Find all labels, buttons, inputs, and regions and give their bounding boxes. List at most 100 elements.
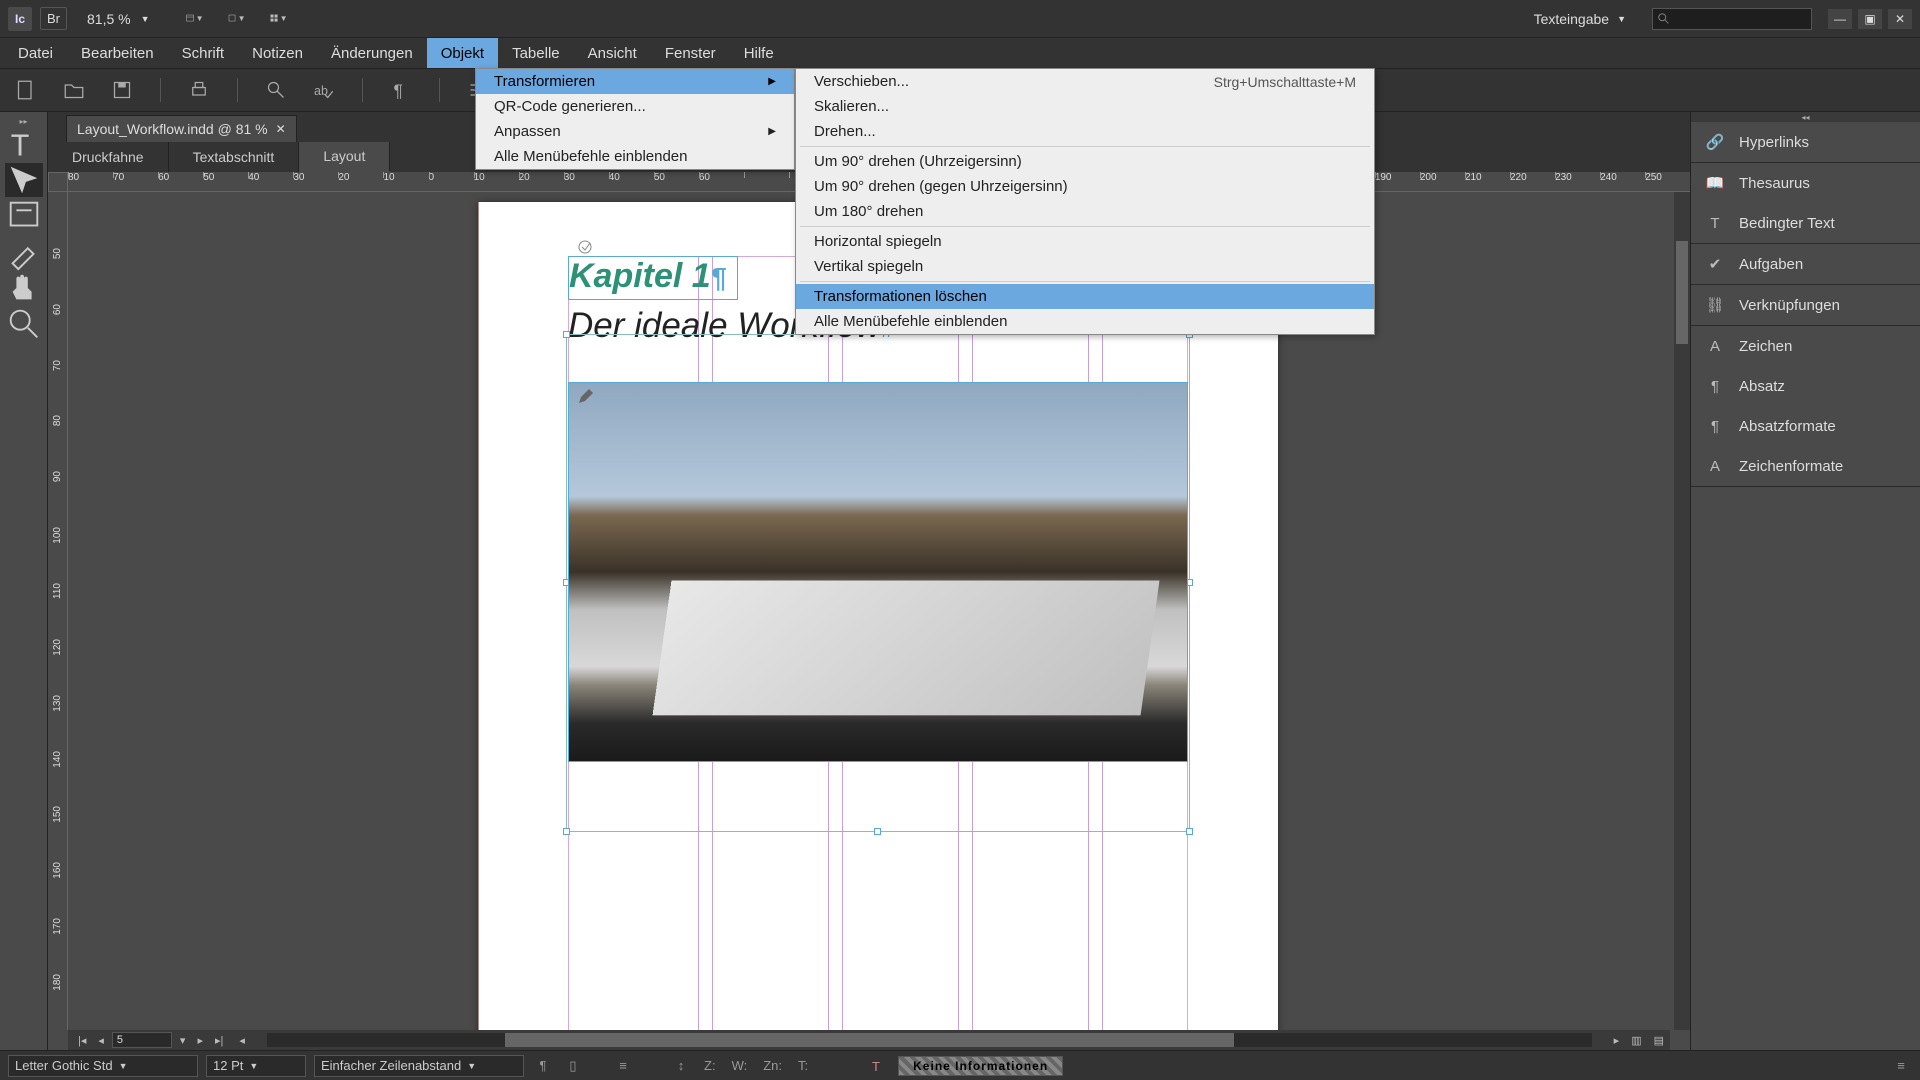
zoom-value: 81,5 %: [87, 11, 131, 27]
zoom-selector[interactable]: 81,5 % ▼: [79, 8, 158, 30]
view-tab-druckfahne[interactable]: Druckfahne: [48, 142, 169, 172]
font-size-selector[interactable]: 12 Pt▼: [206, 1055, 306, 1077]
svg-text:¶: ¶: [394, 80, 403, 100]
new-icon[interactable]: [16, 80, 36, 100]
text-stats-icon[interactable]: ¶: [532, 1055, 554, 1077]
scrollbar-track[interactable]: [267, 1033, 1592, 1047]
menu-item[interactable]: Alle Menübefehle einblenden: [796, 309, 1374, 334]
leading-selector[interactable]: Einfacher Zeilenabstand▼: [314, 1055, 524, 1077]
menu-bearbeiten[interactable]: Bearbeiten: [67, 38, 168, 68]
kapitel-text: Kapitel 1: [569, 257, 711, 295]
panel-hyperlinks[interactable]: 🔗Hyperlinks: [1691, 122, 1920, 162]
hand-tool[interactable]: [5, 271, 43, 305]
vertical-depth-icon[interactable]: ↕: [670, 1055, 692, 1077]
eyedropper-tool[interactable]: [5, 235, 43, 269]
scroll-left-button[interactable]: ◂: [233, 1034, 251, 1047]
paraf-icon: ¶: [1705, 416, 1725, 436]
align-left-icon[interactable]: ≡: [612, 1055, 634, 1077]
zn-label: Zn:: [759, 1058, 786, 1073]
charf-icon: A: [1705, 456, 1725, 476]
page-dropdown-button[interactable]: ▾: [176, 1034, 190, 1047]
panel-aufgaben[interactable]: ✔Aufgaben: [1691, 244, 1920, 284]
font-selector[interactable]: Letter Gothic Std▼: [8, 1055, 198, 1077]
info-icon[interactable]: T: [868, 1055, 890, 1077]
menu-notizen[interactable]: Notizen: [238, 38, 317, 68]
panel-bedingter text[interactable]: TBedingter Text: [1691, 203, 1920, 243]
page-number-field[interactable]: 5: [112, 1032, 172, 1048]
collapse-panels-button[interactable]: ◂◂: [1691, 112, 1920, 122]
view-options-icon[interactable]: ▼: [186, 10, 204, 28]
panel-zeichen[interactable]: AZeichen: [1691, 326, 1920, 366]
note-tool[interactable]: [5, 199, 43, 233]
next-page-button[interactable]: ▸: [193, 1034, 207, 1047]
view-tab-layout[interactable]: Layout: [299, 142, 390, 172]
panel-absatz[interactable]: ¶Absatz: [1691, 366, 1920, 406]
menu-tabelle[interactable]: Tabelle: [498, 38, 574, 68]
zoom-tool[interactable]: [5, 307, 43, 341]
placed-image: [569, 383, 1187, 761]
w-label: W:: [728, 1058, 752, 1073]
panel-absatzformate[interactable]: ¶Absatzformate: [1691, 406, 1920, 446]
menu-fenster[interactable]: Fenster: [651, 38, 730, 68]
arrange-icon[interactable]: ▼: [270, 10, 288, 28]
scroll-right-button[interactable]: ▸: [1608, 1034, 1626, 1047]
menu-item[interactable]: Anpassen▶: [476, 119, 794, 144]
book-icon: 📖: [1705, 173, 1725, 193]
position-tool[interactable]: [5, 163, 43, 197]
menu-hilfe[interactable]: Hilfe: [730, 38, 788, 68]
panel-thesaurus[interactable]: 📖Thesaurus: [1691, 163, 1920, 203]
menu-datei[interactable]: Datei: [4, 38, 67, 68]
find-icon[interactable]: [266, 80, 286, 100]
pilcrow-icon[interactable]: ¶: [391, 80, 411, 100]
minimize-button[interactable]: —: [1828, 9, 1852, 29]
maximize-button[interactable]: ▣: [1858, 9, 1882, 29]
menu-item[interactable]: Transformationen löschen: [796, 284, 1374, 309]
view-tab-textabschnitt[interactable]: Textabschnitt: [169, 142, 300, 172]
workspace-selector[interactable]: Texteingabe ▼: [1524, 7, 1636, 31]
screen-mode-icon[interactable]: ▼: [228, 10, 246, 28]
menu-item[interactable]: Drehen...: [796, 119, 1374, 144]
type-tool[interactable]: T: [5, 127, 43, 161]
menu-schrift[interactable]: Schrift: [168, 38, 239, 68]
menu-item[interactable]: Transformieren▶: [476, 69, 794, 94]
t-label: T:: [794, 1058, 812, 1073]
menu-item[interactable]: Alle Menübefehle einblenden: [476, 144, 794, 169]
image-frame[interactable]: [568, 382, 1188, 762]
close-icon[interactable]: ✕: [276, 122, 286, 136]
open-icon[interactable]: [64, 80, 84, 100]
menu-item[interactable]: QR-Code generieren...: [476, 94, 794, 119]
ruler-origin[interactable]: [48, 172, 68, 192]
prev-page-button[interactable]: ◂: [94, 1034, 108, 1047]
vertical-scrollbar[interactable]: [1674, 172, 1690, 1030]
split-view-button[interactable]: ▥: [1625, 1034, 1647, 1047]
menu-item[interactable]: Skalieren...: [796, 94, 1374, 119]
menu-objekt[interactable]: Objekt: [427, 38, 498, 68]
view-options-button[interactable]: ▤: [1648, 1034, 1670, 1047]
panel-verknüpfungen[interactable]: ⛓Verknüpfungen: [1691, 285, 1920, 325]
first-page-button[interactable]: |◂: [74, 1034, 90, 1047]
last-page-button[interactable]: ▸|: [211, 1034, 227, 1047]
menu-item[interactable]: Vertikal spiegeln: [796, 254, 1374, 279]
menu-item[interactable]: Um 180° drehen: [796, 199, 1374, 224]
menu-item[interactable]: Um 90° drehen (Uhrzeigersinn): [796, 149, 1374, 174]
check-icon: ✔: [1705, 254, 1725, 274]
panel-zeichenformate[interactable]: AZeichenformate: [1691, 446, 1920, 486]
close-button[interactable]: ✕: [1888, 9, 1912, 29]
print-icon[interactable]: [189, 80, 209, 100]
menu-item[interactable]: Horizontal spiegeln: [796, 229, 1374, 254]
menu-item[interactable]: Um 90° drehen (gegen Uhrzeigersinn): [796, 174, 1374, 199]
save-icon[interactable]: [112, 80, 132, 100]
menu-änderungen[interactable]: Änderungen: [317, 38, 427, 68]
statusbar-menu-icon[interactable]: ≡: [1890, 1055, 1912, 1077]
anchor-icon: [577, 239, 593, 255]
spellcheck-icon[interactable]: ab: [314, 80, 334, 100]
document-tab[interactable]: Layout_Workflow.indd @ 81 % ✕: [66, 115, 297, 142]
search-input[interactable]: [1652, 8, 1812, 30]
kapitel-frame[interactable]: Kapitel 1¶: [568, 256, 738, 300]
document-tab-label: Layout_Workflow.indd @ 81 %: [77, 121, 268, 137]
bridge-button[interactable]: Br: [40, 7, 67, 30]
depth-icon[interactable]: ▯: [562, 1055, 584, 1077]
menubar: DateiBearbeitenSchriftNotizenÄnderungenO…: [0, 38, 1920, 68]
menu-item[interactable]: Verschieben...Strg+Umschalttaste+M: [796, 69, 1374, 94]
menu-ansicht[interactable]: Ansicht: [574, 38, 651, 68]
